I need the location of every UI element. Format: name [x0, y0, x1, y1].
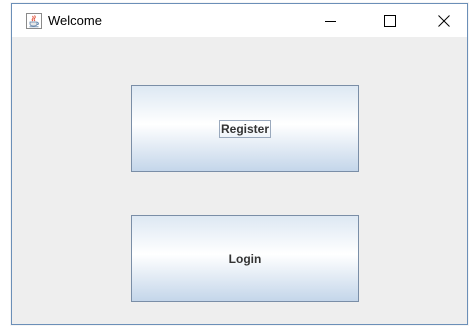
maximize-button[interactable]: [367, 4, 413, 37]
close-button[interactable]: [421, 4, 467, 37]
minimize-icon: [325, 20, 336, 22]
content-pane: Register Login: [12, 37, 467, 324]
welcome-window: Welcome Register Login: [11, 3, 468, 325]
register-button-label: Register: [218, 119, 272, 138]
close-icon: [438, 14, 450, 27]
minimize-button[interactable]: [308, 4, 354, 37]
title-bar[interactable]: Welcome: [12, 4, 467, 37]
register-button[interactable]: Register: [131, 85, 359, 172]
maximize-icon: [384, 14, 396, 27]
window-title: Welcome: [48, 13, 102, 28]
java-cup-icon: [26, 13, 42, 29]
login-button[interactable]: Login: [131, 215, 359, 302]
login-button-label: Login: [228, 251, 262, 266]
